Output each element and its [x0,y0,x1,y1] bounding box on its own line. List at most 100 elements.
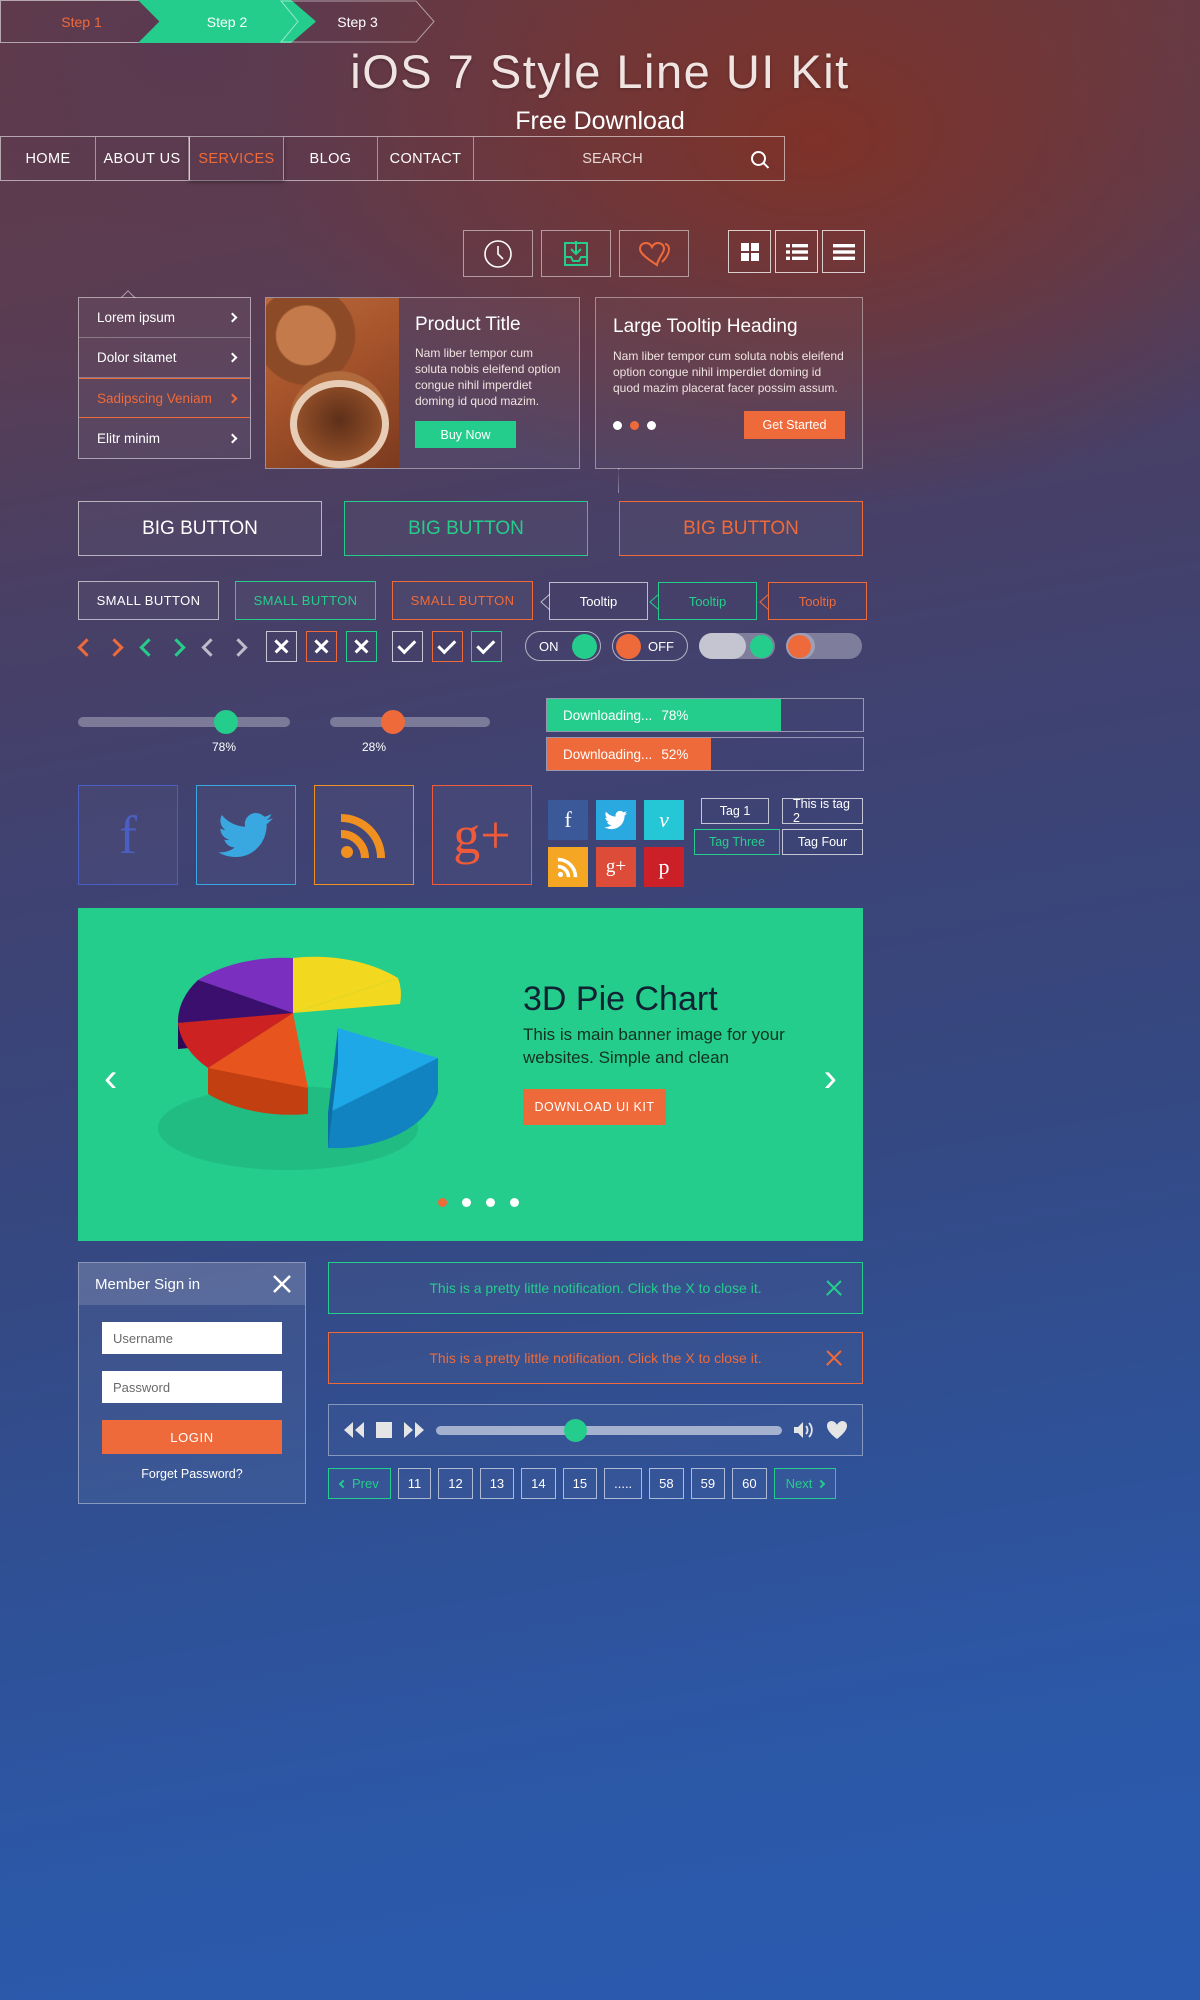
slider-handle[interactable] [381,710,406,734]
tooltip-small-orange[interactable]: Tooltip [759,582,867,620]
google-plus-tile[interactable]: g+ [596,847,636,887]
pagination-page-14[interactable]: 14 [521,1468,556,1499]
banner-dot-1[interactable] [438,1198,447,1207]
nav-item-contact[interactable]: CONTACT [378,137,474,180]
tag-three[interactable]: Tag Three [694,829,780,855]
small-button-orange[interactable]: SMALL BUTTON [392,581,533,620]
pagination-page-12[interactable]: 12 [438,1468,473,1499]
nav-item-about-us[interactable]: ABOUT US [96,137,189,180]
list-view-button[interactable] [775,230,818,273]
dropdown-item-elitr-minim[interactable]: Elitr minim [79,418,250,458]
fast-forward-icon[interactable] [403,1422,425,1438]
heart-icon[interactable] [826,1420,848,1440]
nav-item-blog[interactable]: BLOG [284,137,378,180]
arrow-right-orange[interactable] [105,638,124,657]
toggle-knob[interactable] [572,633,597,659]
checkbox-x-white[interactable] [266,631,297,662]
tag-four[interactable]: Tag Four [782,829,863,855]
toggle-slider-green[interactable] [699,633,775,659]
step-3[interactable]: Step 3 [280,0,435,43]
search-icon[interactable] [751,151,766,166]
nav-item-home[interactable]: HOME [1,137,96,180]
username-field[interactable]: Username [102,1322,282,1354]
login-button[interactable]: LOGIN [102,1420,282,1454]
toggle-slider-orange[interactable] [786,633,862,659]
arrow-right-white[interactable] [229,638,248,657]
pagination-page-13[interactable]: 13 [479,1468,515,1499]
close-icon[interactable] [271,1273,293,1295]
facebook-tile[interactable]: f [548,800,588,840]
checkbox-check-white[interactable] [392,631,423,662]
toggle-on[interactable]: ON [525,631,601,661]
close-icon[interactable] [824,1348,844,1368]
checkbox-x-green[interactable] [346,631,377,662]
rss-button[interactable] [314,785,414,885]
download-ui-kit-button[interactable]: DOWNLOAD UI KIT [523,1089,666,1125]
toggle-knob[interactable] [616,633,641,659]
banner-next-button[interactable]: › [824,1056,837,1101]
checkbox-x-orange[interactable] [306,631,337,662]
rewind-icon[interactable] [343,1422,365,1438]
tooltip-dot-1[interactable] [613,420,622,430]
pagination-page-15[interactable]: 15 [562,1468,598,1499]
dropdown-item-lorem-ipsum[interactable]: Lorem ipsum [79,298,250,338]
pagination-page-59[interactable]: 59 [690,1468,726,1499]
google-plus-button[interactable]: g+ [432,785,532,885]
get-started-button[interactable]: Get Started [744,411,845,439]
vimeo-tile[interactable]: v [644,800,684,840]
slider-handle[interactable] [213,710,238,734]
pagination-page-60[interactable]: 60 [732,1468,767,1499]
tag-2[interactable]: This is tag 2 [782,797,863,825]
small-button-green[interactable]: SMALL BUTTON [235,581,376,620]
tooltip-dots[interactable] [613,420,656,430]
pinterest-tile[interactable]: p [644,847,684,887]
slider-green[interactable] [78,710,290,734]
arrow-left-orange[interactable] [77,638,96,657]
facebook-button[interactable]: f [78,785,178,885]
banner-dot-4[interactable] [510,1198,519,1207]
menu-button[interactable] [822,230,865,273]
rss-tile[interactable] [548,847,588,887]
grid-view-button[interactable] [728,230,771,273]
volume-icon[interactable] [793,1421,815,1439]
slider-orange[interactable] [330,710,490,734]
tooltip-small-white[interactable]: Tooltip [540,582,648,620]
tooltip-dot-3[interactable] [647,420,656,430]
tooltip-small-green[interactable]: Tooltip [649,582,757,620]
stop-icon[interactable] [376,1422,392,1438]
favorites-button[interactable] [619,230,689,277]
twitter-button[interactable] [196,785,296,885]
tooltip-dot-2[interactable] [630,420,639,430]
small-button-white[interactable]: SMALL BUTTON [78,581,219,620]
dropdown-item-sadipscing-veniam[interactable]: Sadipscing Veniam [79,378,250,418]
toggle-off[interactable]: OFF [612,631,688,661]
pagination-page-58[interactable]: 58 [649,1468,684,1499]
search-input[interactable]: SEARCH [474,151,751,167]
arrow-left-green[interactable] [139,638,158,657]
toggle-slider-knob[interactable] [750,634,773,658]
checkbox-check-green[interactable] [471,631,502,662]
step-1[interactable]: Step 1 [0,0,162,43]
big-button-green[interactable]: BIG BUTTON [344,501,588,556]
twitter-tile[interactable] [596,800,636,840]
dropdown-item-dolor-sitamet[interactable]: Dolor sitamet [79,338,250,378]
banner-dot-3[interactable] [486,1198,495,1207]
pagination-prev[interactable]: Prev [328,1468,391,1499]
pagination-page-11[interactable]: 11 [397,1468,432,1499]
clock-button[interactable] [463,230,533,277]
password-field[interactable]: Password [102,1371,282,1403]
forgot-password-link[interactable]: Forget Password? [79,1467,305,1481]
arrow-left-white[interactable] [201,638,220,657]
banner-prev-button[interactable]: ‹ [104,1056,117,1101]
pagination-next[interactable]: Next [773,1468,837,1499]
toggle-slider-knob[interactable] [788,634,811,658]
buy-now-button[interactable]: Buy Now [415,421,516,448]
big-button-white[interactable]: BIG BUTTON [78,501,322,556]
checkbox-check-orange[interactable] [432,631,463,662]
close-icon[interactable] [824,1278,844,1298]
player-progress-slider[interactable] [436,1418,782,1442]
banner-dots[interactable] [438,1198,519,1207]
big-button-orange[interactable]: BIG BUTTON [619,501,863,556]
tag-1[interactable]: Tag 1 [701,798,769,824]
download-button[interactable] [541,230,611,277]
